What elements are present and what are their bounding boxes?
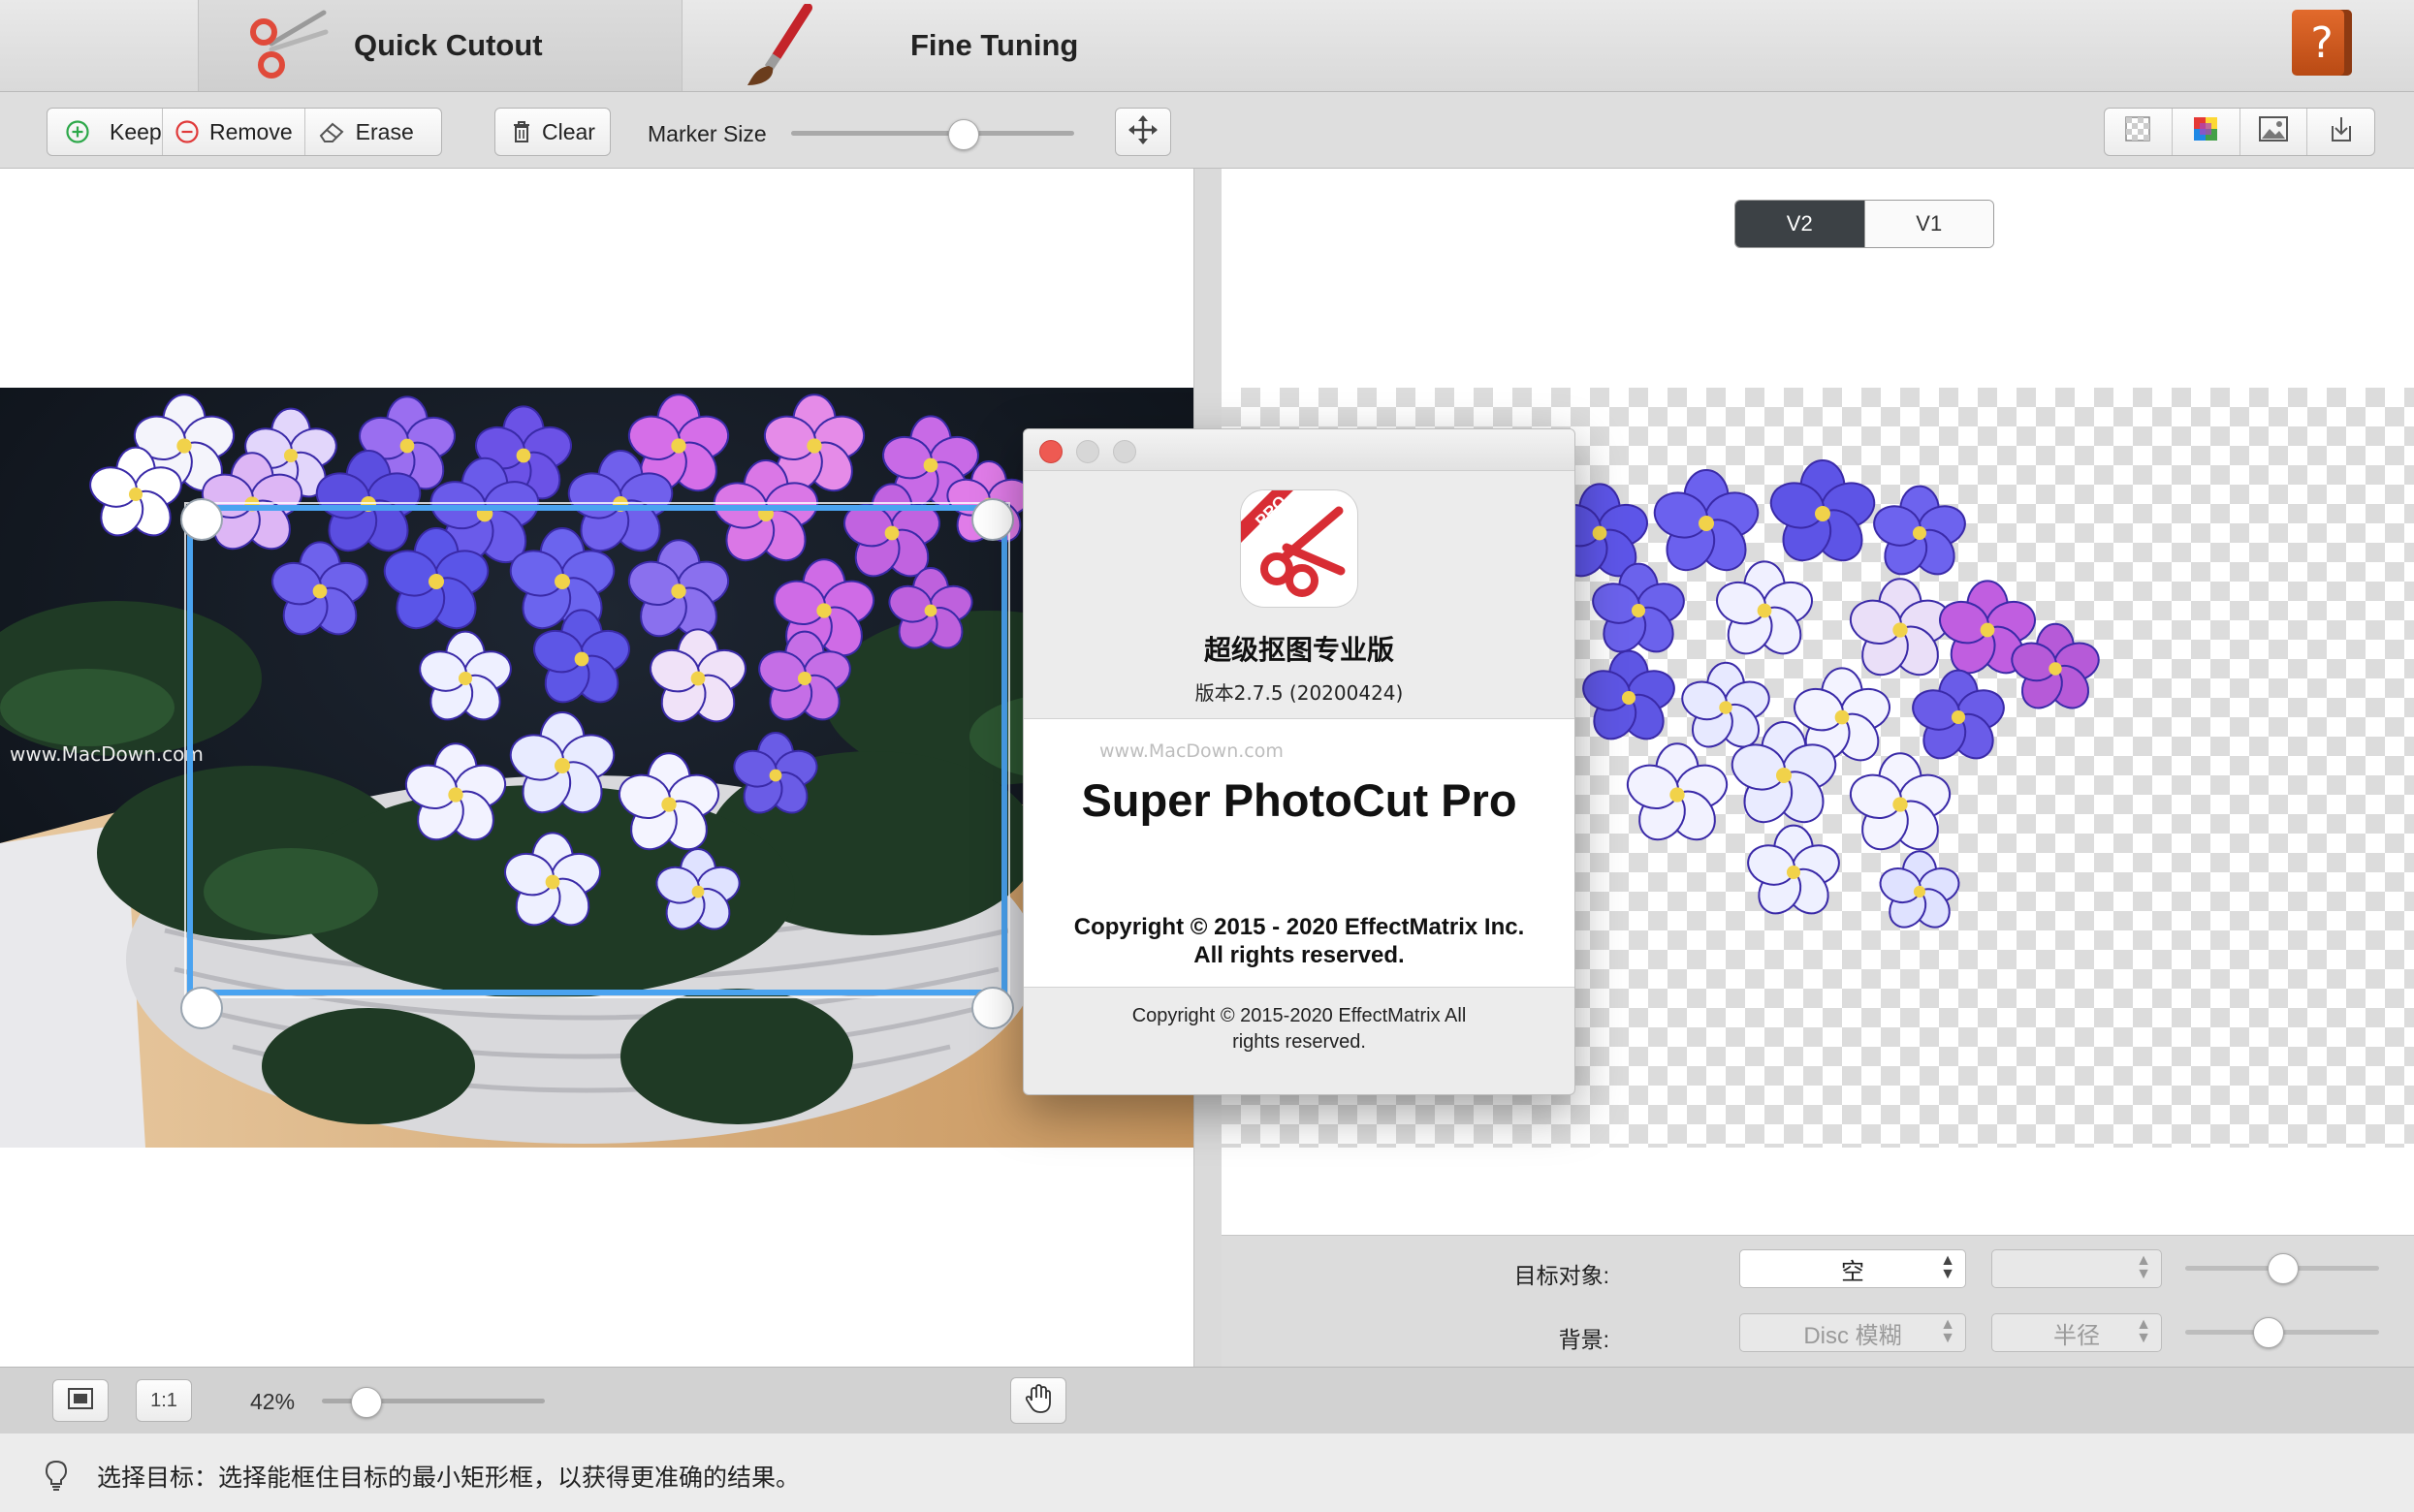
zoom-slider[interactable] [322, 1387, 545, 1418]
about-app-name: 超级抠图专业版 [1203, 634, 1394, 666]
app-icon: PRO [1238, 488, 1360, 610]
marker-size-knob[interactable] [948, 119, 979, 150]
source-canvas[interactable]: www.MacDown.com [0, 169, 1193, 1367]
transparency-icon [2123, 114, 2152, 149]
remove-button[interactable]: Remove [163, 109, 305, 155]
move-arrows-icon [1127, 113, 1159, 151]
question-icon: ? [2310, 17, 2334, 68]
resize-handle-top-right [971, 498, 1014, 541]
about-footer-copyright: Copyright © 2015-2020 EffectMatrix All r… [1082, 1003, 1516, 1055]
status-bar: 选择目标：选择能框住目标的最小矩形框，以获得更准确的结果。 [0, 1433, 2414, 1512]
background-blur-value: Disc 模糊 [1803, 1322, 1902, 1349]
clear-button[interactable]: Clear [495, 109, 610, 155]
hand-tool-button[interactable] [1010, 1377, 1066, 1424]
scissors-icon [241, 7, 331, 84]
view-image-background-button[interactable] [2240, 109, 2308, 155]
minus-circle-icon [175, 119, 200, 144]
tab-fine-tuning-label: Fine Tuning [910, 28, 1079, 62]
erase-label: Erase [355, 118, 414, 144]
radius-select[interactable]: 半径 ▲ ▼ [1991, 1313, 2162, 1352]
settings-panel: 目标对象: 空 ▲ ▼ ▲ ▼ 背景: Disc 模糊 ▲ ▼ 半径 ▲ ▼ [1222, 1235, 2414, 1368]
background-label: 背景: [1558, 1327, 1609, 1352]
version-v1-button[interactable]: V1 [1863, 201, 1993, 247]
view-original-button[interactable] [2105, 109, 2173, 155]
tab-fine-tuning[interactable]: Fine Tuning [682, 0, 1224, 91]
view-color-background-button[interactable] [2173, 109, 2240, 155]
zoom-window-button[interactable] [1113, 440, 1136, 463]
zoom-bar: 1:1 42% [0, 1367, 2414, 1434]
image-icon [2258, 115, 2289, 148]
erase-button[interactable]: Erase [305, 109, 431, 155]
mode-tab-bar: Quick Cutout Fine Tuning ? [0, 0, 2414, 92]
export-button[interactable] [2307, 109, 2374, 155]
about-copyright: Copyright © 2015 - 2020 EffectMatrix Inc… [1024, 913, 1574, 969]
trash-icon [511, 119, 532, 144]
about-copyright-line1: Copyright © 2015 - 2020 EffectMatrix Inc… [1073, 914, 1525, 940]
minimize-window-button[interactable] [1076, 440, 1099, 463]
tab-quick-cutout-label: Quick Cutout [354, 28, 543, 62]
about-copyright-line2: All rights reserved. [1193, 942, 1405, 968]
about-footer-line2: rights reserved. [1232, 1031, 1366, 1053]
selection-rectangle[interactable] [0, 169, 1193, 1367]
plus-circle-icon [65, 119, 90, 144]
pan-move-button[interactable] [1115, 108, 1171, 156]
target-object-select[interactable]: 空 ▲ ▼ [1739, 1249, 1966, 1288]
fit-screen-icon [67, 1387, 94, 1415]
keep-button[interactable]: Keep [48, 109, 163, 155]
radius-value: 半径 [2053, 1322, 2100, 1349]
actual-size-button[interactable]: 1:1 [136, 1379, 192, 1422]
target-object-value: 空 [1841, 1258, 1864, 1285]
about-info-box: www.MacDown.com Super PhotoCut Pro Copyr… [1024, 718, 1574, 988]
paintbrush-icon [738, 4, 827, 85]
view-mode-group [2104, 108, 2375, 156]
close-window-button[interactable] [1039, 440, 1063, 463]
target-option-select[interactable]: ▲ ▼ [1991, 1249, 2162, 1288]
lightbulb-icon [43, 1459, 70, 1496]
algorithm-version-toggle: V2 V1 [1734, 200, 1994, 248]
eraser-icon [317, 120, 346, 143]
status-hint-text: 选择目标：选择能框住目标的最小矩形框，以获得更准确的结果。 [97, 1464, 801, 1492]
zoom-percent: 42% [250, 1389, 296, 1414]
about-titlebar [1024, 429, 1574, 471]
about-dialog: PRO 超级抠图专业版 版本2.7.5 (20200424) www.MacDo… [1023, 428, 1575, 1095]
marker-size-slider[interactable] [791, 119, 1074, 150]
keep-label: Keep [110, 118, 162, 144]
resize-handle-bottom-left [180, 987, 223, 1029]
target-strength-slider[interactable] [2185, 1253, 2379, 1284]
color-palette-icon [2191, 114, 2220, 149]
select-stepper-icon: ▲ ▼ [1940, 1252, 1955, 1282]
marker-size-label: Marker Size [648, 121, 767, 146]
clear-label: Clear [542, 118, 595, 144]
toolbar: Keep Remove Erase Clear Marker Size [0, 92, 2414, 169]
about-version: 版本2.7.5 (20200424) [1194, 681, 1404, 705]
select-stepper-icon: ▲ ▼ [1940, 1316, 1955, 1346]
marker-mode-group: Keep Remove Erase [47, 108, 442, 156]
select-stepper-icon: ▲ ▼ [2136, 1316, 2151, 1346]
help-book-button[interactable]: ? [2292, 10, 2352, 76]
save-export-icon [2327, 114, 2356, 149]
fit-to-window-button[interactable] [52, 1379, 109, 1422]
resize-handle-bottom-right [971, 987, 1014, 1029]
about-product-name: Super PhotoCut Pro [1081, 774, 1517, 826]
about-watermark: www.MacDown.com [1099, 740, 1284, 762]
version-v2-button[interactable]: V2 [1735, 201, 1864, 247]
select-stepper-icon: ▲ ▼ [2136, 1252, 2151, 1282]
resize-handle-top-left [180, 498, 223, 541]
tab-quick-cutout[interactable]: Quick Cutout [198, 0, 683, 91]
clear-group: Clear [494, 108, 611, 156]
target-object-label: 目标对象: [1513, 1263, 1609, 1288]
background-radius-slider[interactable] [2185, 1317, 2379, 1348]
background-blur-select[interactable]: Disc 模糊 ▲ ▼ [1739, 1313, 1966, 1352]
remove-label: Remove [209, 118, 293, 144]
about-footer-line1: Copyright © 2015-2020 EffectMatrix All [1131, 1005, 1467, 1026]
hand-icon [1024, 1383, 1053, 1419]
